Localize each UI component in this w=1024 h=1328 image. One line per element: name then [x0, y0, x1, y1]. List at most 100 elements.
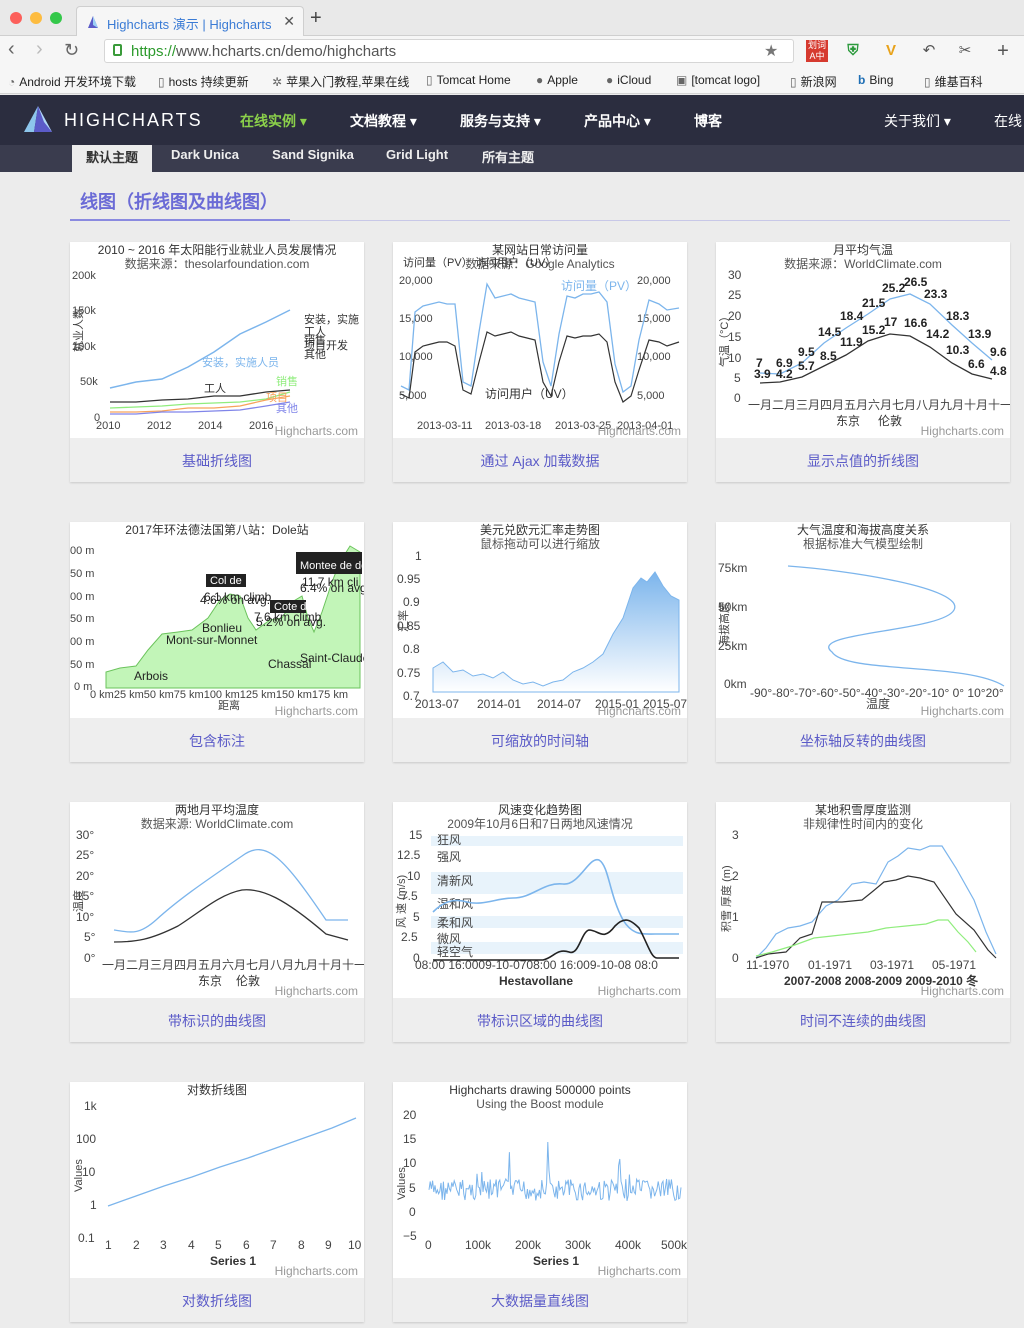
page-icon: ▯: [158, 75, 165, 89]
card-caption[interactable]: 带标识的曲线图: [70, 998, 364, 1042]
legend-item: 伦敦: [878, 413, 902, 428]
highcharts-logo-icon[interactable]: [22, 104, 56, 134]
bookmark-item[interactable]: ● Apple: [536, 73, 578, 87]
close-tab-icon[interactable]: ✕: [283, 13, 295, 30]
demo-card-inverted[interactable]: 大气温度和海拔高度关系 根据标准大气模型绘制 75km 50km 25km 0k…: [716, 522, 1010, 762]
bookmark-item[interactable]: ▣ [tomcat logo]: [676, 73, 760, 87]
y-tick: 0.75: [397, 666, 421, 680]
nav-online[interactable]: 在线: [994, 111, 1022, 131]
bookmark-star-icon[interactable]: ★: [764, 41, 778, 61]
reload-icon[interactable]: ↻: [64, 40, 79, 61]
zoom-window-button[interactable]: [50, 12, 62, 24]
demo-card-basic-line[interactable]: 2010 ~ 2016 年太阳能行业就业人员发展情况 数据来源：thesolar…: [70, 242, 364, 482]
annotation-note: 6.4% on avg: [300, 581, 364, 595]
demo-card-logarithmic[interactable]: 对数折线图 1k 100 10 1 0.1 1 2 3 4 5 6 7 8 9 …: [70, 1082, 364, 1322]
credits: Highcharts.com: [275, 704, 358, 718]
demo-card-datalabels[interactable]: 月平均气温 数据来源：WorldClimate.com 30 25 20 15 …: [716, 242, 1010, 482]
card-caption[interactable]: 显示点值的折线图: [716, 438, 1010, 482]
demo-card-irregular[interactable]: 某地积雪厚度监测 非规律性时间内的变化 3 2 1 0 11-1970 01-1…: [716, 802, 1010, 1042]
demo-card-boost[interactable]: Highcharts drawing 500000 points Using t…: [393, 1082, 687, 1322]
y-tick: 15: [403, 1132, 417, 1146]
shield-extension-icon[interactable]: ⛨: [842, 40, 864, 62]
y-tick: 2: [732, 869, 739, 883]
tab-grid-light[interactable]: Grid Light: [374, 145, 460, 172]
chart-basic-line: 2010 ~ 2016 年太阳能行业就业人员发展情况 数据来源：thesolar…: [71, 242, 359, 438]
nav-docs[interactable]: 文档教程 ▾: [350, 111, 417, 131]
y-tick: 5,000: [637, 390, 665, 402]
bookmark-item[interactable]: ▯ 维基百科: [924, 73, 983, 90]
scissors-icon[interactable]: ✂: [954, 40, 976, 62]
legend-item: 东京: [198, 974, 222, 988]
nav-about[interactable]: 关于我们 ▾: [884, 111, 951, 131]
tab-default-theme[interactable]: 默认主题: [72, 145, 152, 172]
bookmark-item[interactable]: ▯ Tomcat Home: [426, 73, 511, 87]
y-axis-label: 温度: [71, 890, 85, 912]
bookmark-item[interactable]: ◔ Android 开发环境下载: [8, 73, 136, 90]
url-field[interactable]: https://www.hcharts.cn/demo/highcharts: [104, 39, 794, 63]
site-logo-text[interactable]: HIGHCHARTS: [64, 110, 203, 131]
browser-tab[interactable]: Highcharts 演示 | Highcharts ✕: [76, 6, 304, 36]
url-path: www.hcharts.cn/demo/highcharts: [176, 43, 397, 60]
band-label: 强风: [437, 850, 461, 864]
add-icon[interactable]: +: [992, 40, 1014, 62]
card-caption[interactable]: 带标识区域的曲线图: [393, 998, 687, 1042]
card-caption[interactable]: 包含标注: [70, 718, 364, 762]
y-tick: 30°: [76, 828, 94, 842]
y-tick: 75km: [718, 561, 747, 575]
y-tick: 20: [403, 1108, 417, 1122]
nav-demos[interactable]: 在线实例 ▾: [240, 111, 307, 131]
bookmark-item[interactable]: ● iCloud: [606, 73, 651, 87]
credits: Highcharts.com: [275, 1264, 358, 1278]
demo-card-markers[interactable]: 两地月平均温度 数据来源: WorldClimate.com 30° 25° 2…: [70, 802, 364, 1042]
nav-blog[interactable]: 博客: [694, 111, 722, 131]
tab-sand-signika[interactable]: Sand Signika: [260, 145, 366, 172]
card-caption[interactable]: 大数据量直线图: [393, 1278, 687, 1322]
annotation: Bonlieu: [202, 621, 242, 635]
demo-card-plotbands[interactable]: 风速变化趋势图 2009年10月6日和7日两地风速情况 15 12.5 10 7…: [393, 802, 687, 1042]
nav-products[interactable]: 产品中心 ▾: [584, 111, 651, 131]
tab-all-themes[interactable]: 所有主题: [468, 145, 548, 172]
chart-title: 2017年环法德法国第八站：Dole站: [125, 522, 308, 537]
bookmark-item[interactable]: ✲ 苹果入门教程,苹果在线: [272, 73, 409, 90]
y-tick: 10,000: [399, 351, 433, 363]
data-label: 14.2: [926, 327, 950, 341]
nav-support[interactable]: 服务与支持 ▾: [460, 111, 541, 131]
series-tokyo: [113, 849, 348, 933]
translate-extension-icon[interactable]: 划词 A中: [806, 40, 828, 62]
series-label: 工人: [204, 382, 226, 395]
bookmark-item[interactable]: b Bing: [858, 73, 893, 87]
annotation-dark: Col de: [210, 575, 242, 587]
y-tick: 20,000: [399, 275, 433, 287]
card-caption[interactable]: 时间不连续的曲线图: [716, 998, 1010, 1042]
highcharts-favicon-icon: [88, 16, 98, 28]
demo-card-annotations[interactable]: 2017年环法德法国第八站：Dole站 00 m 50 m 00 m 50 m …: [70, 522, 364, 762]
demo-card-zoomable[interactable]: 美元兑欧元汇率走势图 鼠标拖动可以进行缩放 1 0.95 0.9 0.85 0.…: [393, 522, 687, 762]
card-caption[interactable]: 坐标轴反转的曲线图: [716, 718, 1010, 762]
card-caption[interactable]: 对数折线图: [70, 1278, 364, 1322]
chart-markers: 两地月平均温度 数据来源: WorldClimate.com 30° 25° 2…: [71, 802, 364, 998]
minimize-window-button[interactable]: [30, 12, 42, 24]
forward-icon[interactable]: ›: [36, 38, 43, 61]
series-label: 安装，实施人员: [202, 355, 279, 369]
close-window-button[interactable]: [10, 12, 22, 24]
card-caption[interactable]: 通过 Ajax 加载数据: [393, 438, 687, 482]
series-label: 销售: [276, 374, 298, 388]
x-tick: 2013-03-11: [417, 420, 472, 432]
x-tick: 2014: [198, 420, 222, 432]
tab-dark-unica[interactable]: Dark Unica: [158, 145, 252, 172]
bookmark-item[interactable]: ▯ 新浪网: [790, 73, 837, 90]
x-tick: 100k: [465, 1238, 492, 1252]
v-extension-icon[interactable]: V: [880, 40, 902, 62]
bookmark-item[interactable]: ▯ hosts 持续更新: [158, 73, 249, 90]
undo-icon[interactable]: ↶: [918, 40, 940, 62]
band-label: 清新风: [437, 873, 473, 888]
x-tick: 2013-07: [415, 697, 459, 711]
y-tick: 5°: [84, 930, 96, 944]
series-sales: [109, 391, 291, 409]
back-icon[interactable]: ‹: [8, 38, 15, 61]
annotation: Mont-sur-Monnet: [166, 633, 258, 647]
card-caption[interactable]: 基础折线图: [70, 438, 364, 482]
card-caption[interactable]: 可缩放的时间轴: [393, 718, 687, 762]
demo-card-ajax[interactable]: 某网站日常访问量 数据来源：Google Analytics 访问量（PV） 访…: [393, 242, 687, 482]
new-tab-button[interactable]: +: [310, 7, 322, 30]
